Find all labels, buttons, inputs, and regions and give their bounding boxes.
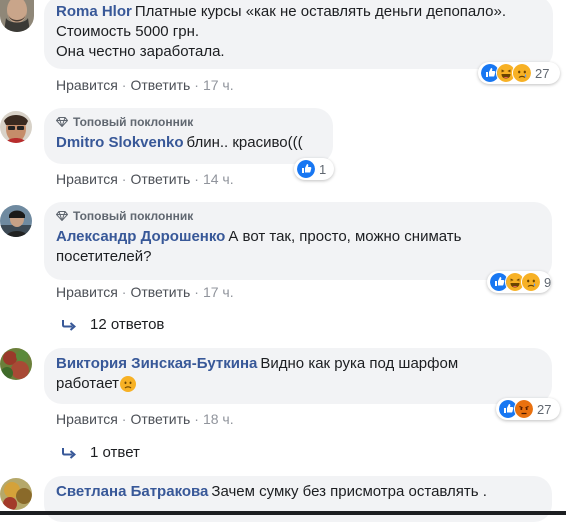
angry-icon bbox=[514, 399, 534, 419]
like-icon bbox=[296, 159, 316, 179]
timestamp[interactable]: 17 ч. bbox=[203, 284, 234, 300]
avatar[interactable] bbox=[0, 478, 32, 510]
badge-label: Топовый поклонник bbox=[73, 209, 194, 223]
reaction-count: 27 bbox=[537, 401, 552, 417]
comment-actions: Нравится · Ответить · 17 ч. bbox=[56, 283, 234, 301]
reactions-summary[interactable]: 27 bbox=[478, 62, 560, 84]
separator: · bbox=[194, 284, 199, 300]
comment-text: работает bbox=[56, 375, 120, 392]
reaction-count: 1 bbox=[319, 161, 327, 177]
frown-emoji-icon bbox=[120, 376, 136, 392]
comment-bubble: Топовый поклонник Александр Дорошенко А в… bbox=[44, 202, 552, 280]
comment-text: Она честно заработала. bbox=[56, 43, 225, 60]
comment-text: блин.. красиво((( bbox=[186, 134, 303, 151]
comment-text: Стоимость 5000 грн. bbox=[56, 23, 200, 40]
comment-actions: Нравится · Ответить · 17 ч. bbox=[56, 76, 234, 94]
timestamp[interactable]: 14 ч. bbox=[203, 171, 234, 187]
timestamp[interactable]: 18 ч. bbox=[203, 411, 234, 427]
diamond-icon bbox=[56, 116, 68, 128]
reaction-count: 27 bbox=[535, 65, 550, 81]
comment-author[interactable]: Александр Дорошенко bbox=[56, 228, 225, 245]
avatar[interactable] bbox=[0, 348, 32, 380]
timestamp[interactable]: 17 ч. bbox=[203, 77, 234, 93]
bottom-divider bbox=[0, 511, 566, 515]
replies-count: 1 ответ bbox=[90, 444, 140, 461]
avatar[interactable] bbox=[0, 0, 34, 32]
reply-link[interactable]: Ответить bbox=[130, 77, 190, 93]
top-fan-badge: Топовый поклонник bbox=[56, 114, 321, 130]
separator: · bbox=[121, 284, 127, 300]
badge-label: Топовый поклонник bbox=[73, 115, 194, 129]
avatar[interactable] bbox=[0, 111, 32, 143]
comment-text: посетителей? bbox=[56, 248, 152, 265]
separator: · bbox=[121, 171, 127, 187]
reactions-summary[interactable]: 9 bbox=[487, 271, 551, 293]
comment-actions: Нравится · Ответить · 18 ч. bbox=[56, 410, 234, 428]
comment-actions: Нравится · Ответить · 14 ч. bbox=[56, 170, 234, 188]
separator: · bbox=[121, 77, 127, 93]
avatar[interactable] bbox=[0, 205, 32, 237]
reply-link[interactable]: Ответить bbox=[130, 411, 190, 427]
comment-bubble: Roma Hlor Платные курсы «как не оставлять… bbox=[44, 0, 553, 69]
comment-author[interactable]: Roma Hlor bbox=[56, 3, 132, 20]
like-link[interactable]: Нравится bbox=[56, 284, 118, 300]
like-link[interactable]: Нравится bbox=[56, 77, 118, 93]
comment-bubble: Виктория Зинская-Буткина Видно как рука п… bbox=[44, 348, 552, 404]
comment-author[interactable]: Dmitro Slokvenko bbox=[56, 134, 184, 151]
comment-bubble: Светлана Батракова Зачем сумку без присмо… bbox=[44, 476, 552, 522]
like-link[interactable]: Нравится bbox=[56, 411, 118, 427]
separator: · bbox=[194, 171, 199, 187]
reply-link[interactable]: Ответить bbox=[130, 284, 190, 300]
like-link[interactable]: Нравится bbox=[56, 171, 118, 187]
comment-text: Видно как рука под шарфом bbox=[260, 355, 459, 372]
reactions-summary[interactable]: 1 bbox=[294, 158, 334, 180]
sad-icon bbox=[512, 63, 532, 83]
reactions-summary[interactable]: 27 bbox=[496, 398, 560, 420]
view-replies-link[interactable]: 12 ответов bbox=[62, 316, 164, 333]
diamond-icon bbox=[56, 210, 68, 222]
separator: · bbox=[194, 411, 199, 427]
reply-arrow-icon bbox=[62, 447, 76, 459]
top-fan-badge: Топовый поклонник bbox=[56, 208, 540, 224]
separator: · bbox=[194, 77, 199, 93]
comment-text: А вот так, просто, можно снимать bbox=[228, 228, 462, 245]
reaction-count: 9 bbox=[544, 274, 552, 290]
comment-author[interactable]: Светлана Батракова bbox=[56, 483, 208, 500]
reply-arrow-icon bbox=[62, 319, 76, 331]
separator: · bbox=[121, 411, 127, 427]
comment-bubble: Топовый поклонник Dmitro Slokvenko блин..… bbox=[44, 108, 333, 164]
sad-icon bbox=[521, 272, 541, 292]
comment-author[interactable]: Виктория Зинская-Буткина bbox=[56, 355, 257, 372]
replies-count: 12 ответов bbox=[90, 316, 165, 333]
comment-text: Зачем сумку без присмотра оставлять . bbox=[211, 483, 487, 500]
comment-text: Платные курсы «как не оставлять деньги д… bbox=[134, 3, 507, 20]
reply-link[interactable]: Ответить bbox=[130, 171, 190, 187]
view-replies-link[interactable]: 1 ответ bbox=[62, 444, 140, 461]
